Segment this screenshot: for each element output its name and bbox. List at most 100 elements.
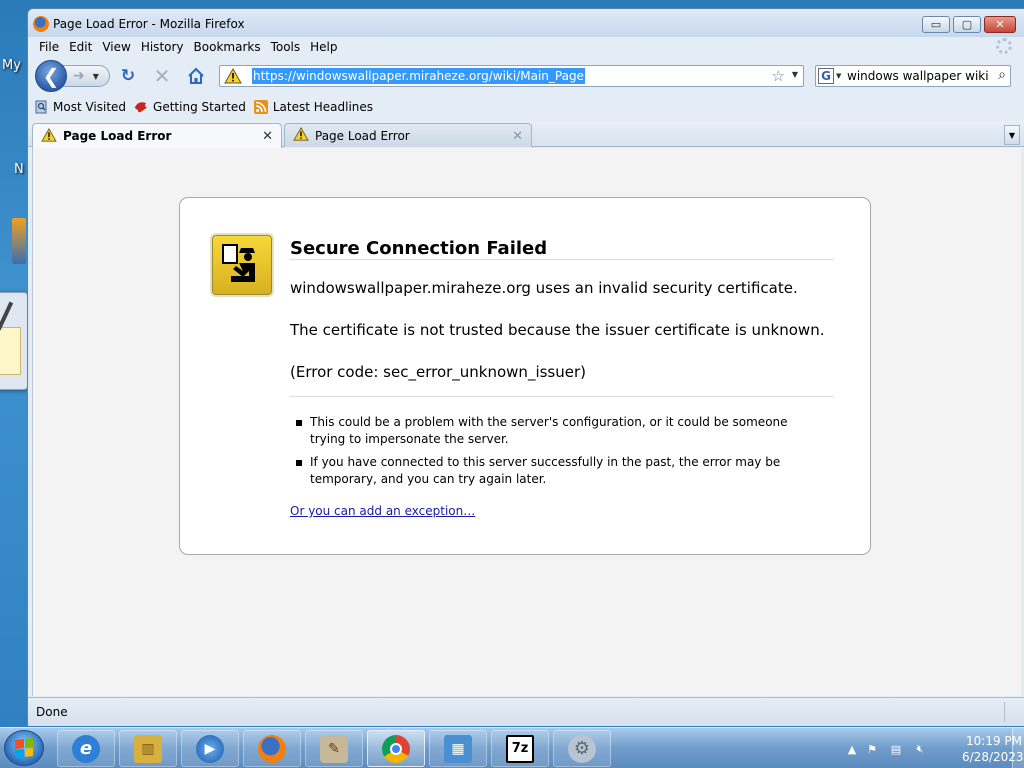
7zip-icon: 7z xyxy=(506,734,534,763)
divider xyxy=(290,396,834,397)
tab-label: Page Load Error xyxy=(63,129,172,143)
status-bar: Done xyxy=(28,697,1024,726)
list-all-tabs-button[interactable]: ▼ xyxy=(1004,125,1020,145)
reload-icon[interactable]: ↻ xyxy=(118,66,138,86)
network-icon: ▦ xyxy=(444,734,472,763)
desktop-icon-label-2[interactable]: N xyxy=(14,162,24,177)
search-engine-dropdown-icon[interactable]: ▼ xyxy=(836,72,841,80)
bookmarks-toolbar: Most Visited Getting Started Latest Head… xyxy=(28,95,1024,119)
bookmark-label: Latest Headlines xyxy=(272,100,374,114)
error-message-untrusted-issuer: The certificate is not trusted because t… xyxy=(290,321,825,339)
menu-edit[interactable]: Edit xyxy=(64,37,97,57)
menu-history[interactable]: History xyxy=(136,37,189,57)
menu-help[interactable]: Help xyxy=(305,37,342,57)
taskbar: e ▥ ▶ ✎ ▦ 7z ⚙ ▲ ⚑ ▤ 🔇︎ 10:19 PM 6/28/20… xyxy=(0,727,1024,768)
bookmark-most-visited[interactable]: Most Visited xyxy=(34,100,126,114)
close-tab-icon[interactable]: ✕ xyxy=(262,129,273,144)
close-button[interactable]: ✕ xyxy=(984,16,1016,33)
rss-feed-icon xyxy=(253,100,268,114)
bookmarks-icon xyxy=(34,100,48,114)
menu-bar: File Edit View History Bookmarks Tools H… xyxy=(28,37,1024,57)
title-bar[interactable]: Page Load Error - Mozilla Firefox ▭ ▢ ✕ xyxy=(28,9,1024,37)
url-text[interactable]: https://windowswallpaper.miraheze.org/wi… xyxy=(252,68,585,84)
search-input[interactable]: windows wallpaper wiki xyxy=(847,69,989,83)
search-bar[interactable]: G ▼ windows wallpaper wiki ⌕ xyxy=(815,65,1011,87)
tab-strip: Page Load Error ✕ Page Load Error ✕ ▼ xyxy=(28,121,1024,148)
brushes-icon: ✎ xyxy=(320,734,348,763)
tab-label: Page Load Error xyxy=(315,128,410,143)
show-hidden-icons-icon[interactable]: ▲ xyxy=(844,741,860,757)
activity-throbber-icon xyxy=(996,38,1012,54)
media-player-icon: ▶ xyxy=(196,734,224,763)
warning-icon xyxy=(41,127,57,145)
error-title: Secure Connection Failed xyxy=(290,238,548,259)
bookmark-latest-headlines[interactable]: Latest Headlines xyxy=(253,100,374,114)
status-text: Done xyxy=(36,705,68,719)
back-arrow-icon: ❮ xyxy=(42,64,60,88)
list-item: This could be a problem with the server'… xyxy=(296,414,796,448)
history-dropdown-icon[interactable]: ▼ xyxy=(93,72,99,81)
bookmark-label: Getting Started xyxy=(153,100,246,114)
warning-icon[interactable] xyxy=(224,67,242,87)
desktop-icon[interactable] xyxy=(12,218,26,264)
maximize-button[interactable]: ▢ xyxy=(953,16,981,33)
forward-arrow-icon: ➜ xyxy=(73,68,85,84)
ie-icon: e xyxy=(72,734,100,763)
bookmark-getting-started[interactable]: Getting Started xyxy=(134,100,246,114)
action-center-flag-icon[interactable]: ⚑ xyxy=(864,741,880,757)
error-code: (Error code: sec_error_unknown_issuer) xyxy=(290,363,586,381)
sticky-note-paper xyxy=(0,327,21,375)
security-guard-icon xyxy=(212,235,272,295)
error-message-invalid-certificate: windowswallpaper.miraheze.org uses an in… xyxy=(290,279,798,297)
window-title: Page Load Error - Mozilla Firefox xyxy=(53,17,245,31)
menu-file[interactable]: File xyxy=(34,37,64,57)
warning-icon xyxy=(293,126,309,144)
volume-muted-icon[interactable]: 🔇︎ xyxy=(912,741,928,757)
gear-icon: ⚙ xyxy=(568,734,596,763)
error-page-container: Secure Connection Failed windowswallpape… xyxy=(179,197,871,555)
bookmark-star-icon[interactable]: ☆ xyxy=(772,67,785,85)
resize-grip[interactable] xyxy=(1004,702,1018,722)
chrome-icon xyxy=(382,734,410,763)
network-status-icon[interactable]: ▤ xyxy=(888,741,904,757)
system-tray: ▲ ⚑ ▤ 🔇︎ 10:19 PM 6/28/2023 xyxy=(844,728,1024,768)
taskbar-settings-tool[interactable]: ⚙ xyxy=(553,730,611,767)
add-exception-link[interactable]: Or you can add an exception… xyxy=(290,504,475,518)
divider xyxy=(290,259,834,260)
taskbar-firefox[interactable] xyxy=(243,730,301,767)
taskbar-paint-brushes[interactable]: ✎ xyxy=(305,730,363,767)
taskbar-remote-desktop[interactable]: ▦ xyxy=(429,730,487,767)
bookmark-label: Most Visited xyxy=(53,100,127,114)
stop-icon[interactable]: ✕ xyxy=(152,64,172,88)
taskbar-7zip[interactable]: 7z xyxy=(491,730,549,767)
firefox-window: Page Load Error - Mozilla Firefox ▭ ▢ ✕ … xyxy=(27,8,1024,726)
menu-tools[interactable]: Tools xyxy=(266,37,306,57)
menu-view[interactable]: View xyxy=(97,37,135,57)
taskbar-windows-explorer[interactable]: ▥ xyxy=(119,730,177,767)
url-history-dropdown-icon[interactable]: ▼ xyxy=(792,70,798,79)
start-button[interactable] xyxy=(4,730,44,766)
list-item: If you have connected to this server suc… xyxy=(296,454,796,488)
firefox-getting-started-icon xyxy=(134,100,148,114)
menu-bookmarks[interactable]: Bookmarks xyxy=(189,37,266,57)
windows-logo-icon xyxy=(15,738,33,758)
page-content: Secure Connection Failed windowswallpape… xyxy=(32,148,1021,696)
back-button[interactable]: ❮ xyxy=(35,60,67,92)
taskbar-chrome[interactable] xyxy=(367,730,425,767)
tab-page-load-error-active[interactable]: Page Load Error ✕ xyxy=(32,123,282,148)
firefox-icon xyxy=(258,734,286,763)
minimize-button[interactable]: ▭ xyxy=(922,16,950,33)
home-icon[interactable] xyxy=(186,66,206,86)
desktop-icon-label[interactable]: My xyxy=(2,58,21,73)
url-bar[interactable]: https://windowswallpaper.miraheze.org/wi… xyxy=(219,65,804,87)
taskbar-internet-explorer[interactable]: e xyxy=(57,730,115,767)
show-desktop-button[interactable] xyxy=(1012,728,1024,768)
folder-icon: ▥ xyxy=(134,734,162,763)
taskbar-media-player[interactable]: ▶ xyxy=(181,730,239,767)
firefox-logo-icon[interactable] xyxy=(33,16,49,32)
tab-page-load-error[interactable]: Page Load Error ✕ xyxy=(284,123,532,147)
search-icon[interactable]: ⌕ xyxy=(998,67,1006,83)
sticky-notes-gadget[interactable] xyxy=(0,292,28,390)
search-engine-icon[interactable]: G xyxy=(818,68,834,84)
close-tab-icon[interactable]: ✕ xyxy=(512,129,523,144)
